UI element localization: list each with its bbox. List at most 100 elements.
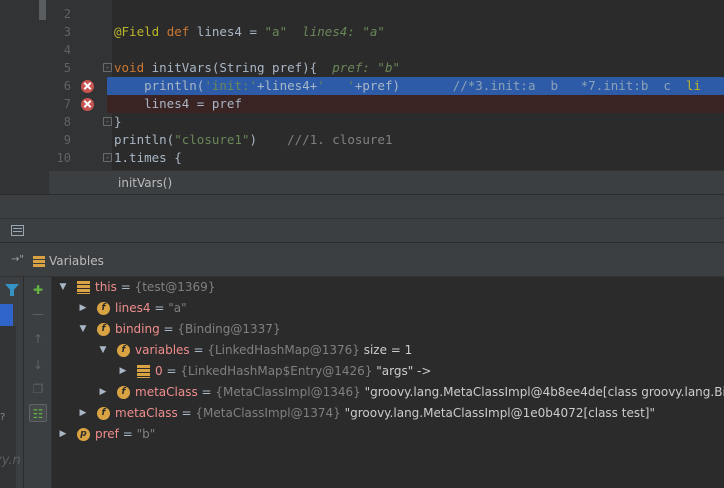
move-down-icon[interactable]: ↓: [29, 356, 47, 374]
code-token: +lines4+: [257, 78, 318, 93]
expand-arrow-icon[interactable]: ▶: [98, 382, 108, 403]
tree-node-label: metaClass = {MetaClassImpl@1374} "groovy…: [115, 403, 655, 424]
line-number[interactable]: 3: [49, 23, 71, 41]
equals-sign: =: [116, 280, 135, 294]
field-icon: f: [117, 386, 130, 399]
variables-tree[interactable]: ▼ this = {test@1369} ▶ f lines4 = "a" ▼ f bindi…: [52, 277, 724, 488]
equals-sign: =: [159, 322, 178, 336]
line-number[interactable]: 2: [49, 5, 71, 23]
duplicate-watch-icon[interactable]: ❐: [29, 380, 47, 398]
code-line[interactable]: lines4 = pref: [107, 95, 724, 113]
expand-arrow-icon[interactable]: ▶: [118, 361, 128, 382]
variable-name: variables: [135, 343, 190, 357]
variables-header: →" Variables: [0, 242, 724, 277]
remove-watch-icon[interactable]: —: [29, 305, 47, 323]
variable-value: "b": [136, 427, 156, 441]
tree-row[interactable]: ▼ f binding = {Binding@1337}: [52, 319, 724, 340]
filter-icon[interactable]: [5, 284, 19, 296]
tree-row[interactable]: ▼ f variables = {LinkedHashMap@1376} size …: [52, 340, 724, 361]
object-icon: [77, 281, 90, 294]
tree-row[interactable]: ▶ f metaClass = {MetaClassImpl@1346} "groo…: [52, 382, 724, 403]
code-line[interactable]: [114, 5, 724, 23]
variable-string-value: "groovy.lang.MetaClassImpl@1e0b4072[clas…: [344, 406, 655, 420]
debug-toolbar: [0, 218, 724, 242]
tree-row[interactable]: ▶ f metaClass = {MetaClassImpl@1374} "groo…: [52, 403, 724, 424]
variable-value: {test@1369}: [134, 280, 216, 294]
line-number[interactable]: 9: [49, 131, 71, 149]
code-token: li: [686, 78, 702, 93]
code-token: println(: [114, 78, 205, 93]
move-up-icon[interactable]: ↑: [29, 330, 47, 348]
code-line-current[interactable]: println('init:'+lines4+' '+pref) //*3.in…: [107, 77, 724, 95]
variable-name: metaClass: [115, 406, 178, 420]
expand-arrow-icon[interactable]: ▶: [78, 403, 88, 424]
show-watches-toggle-icon[interactable]: ☷: [29, 404, 47, 422]
code-token: ): [249, 132, 288, 147]
restore-layout-icon[interactable]: →": [11, 254, 24, 265]
tree-row[interactable]: ▶ f lines4 = "a": [52, 298, 724, 319]
code-line[interactable]: println("closure1") ///1. closure1: [114, 131, 724, 149]
line-number[interactable]: 4: [49, 41, 71, 59]
code-token: pref: "b": [332, 60, 400, 75]
code-token: initVars(String pref){: [144, 60, 333, 75]
code-line[interactable]: void initVars(String pref){ pref: "b": [114, 59, 724, 77]
variable-value: {Binding@1337}: [177, 322, 281, 336]
line-number[interactable]: 6: [49, 77, 71, 95]
expand-arrow-icon[interactable]: ▶: [78, 298, 88, 319]
collapse-arrow-icon[interactable]: ▼: [98, 340, 108, 361]
line-number[interactable]: 7: [49, 95, 71, 113]
code-line[interactable]: @Field def lines4 = "a" lines4: "a": [114, 23, 724, 41]
breakpoint-icon[interactable]: [81, 80, 94, 93]
code-line[interactable]: }: [114, 113, 724, 131]
code-token: "a": [264, 24, 288, 39]
tree-node-label: lines4 = "a": [115, 298, 187, 319]
line-number[interactable]: 5: [49, 59, 71, 77]
line-number[interactable]: 8: [49, 113, 71, 131]
code-line[interactable]: 1.times {: [114, 149, 724, 167]
expand-arrow-icon[interactable]: ▶: [58, 424, 68, 445]
code-token: //*3.init:a b *7.init:b c: [452, 78, 686, 93]
fold-marker-icon[interactable]: -: [103, 153, 112, 162]
frames-panel: ? vy.n: [0, 277, 24, 488]
equals-sign: =: [177, 406, 196, 420]
code-line[interactable]: [114, 41, 724, 59]
frames-list-icon[interactable]: [11, 225, 24, 236]
tree-node-label: pref = "b": [95, 424, 155, 445]
breadcrumb-method[interactable]: initVars(): [118, 176, 172, 190]
breadcrumb: initVars(): [49, 170, 724, 194]
code-editor[interactable]: 2 3 @Field def lines4 = "a" lines4: "a" 4 5 -…: [0, 0, 724, 194]
variables-side-toolbar: ✚ — ↑ ↓ ❐ ☷: [24, 277, 52, 488]
collapse-arrow-icon[interactable]: ▼: [78, 319, 88, 340]
breakpoint-icon[interactable]: [81, 98, 94, 111]
variable-value: {LinkedHashMap@1376}: [207, 343, 360, 357]
variable-name: binding: [115, 322, 160, 336]
code-token: ///1. closure1: [287, 132, 393, 147]
tree-row[interactable]: ▶ p pref = "b": [52, 424, 724, 445]
collapse-arrow-icon[interactable]: ▼: [58, 277, 68, 298]
code-token: lines4 =: [189, 24, 265, 39]
new-watch-icon[interactable]: ✚: [29, 281, 47, 299]
tree-node-label: variables = {LinkedHashMap@1376} size = …: [135, 340, 412, 361]
variable-name: this: [95, 280, 117, 294]
code-token: println(: [114, 132, 175, 147]
selected-frame[interactable]: [0, 304, 13, 326]
code-token: void: [114, 60, 145, 75]
field-icon: f: [117, 344, 130, 357]
tree-node-label: 0 = {LinkedHashMap$Entry@1426} "args" ->: [155, 361, 431, 382]
tree-row[interactable]: ▼ this = {test@1369}: [52, 277, 724, 298]
object-icon: [137, 365, 150, 378]
fold-marker-icon[interactable]: -: [103, 63, 112, 72]
line-number[interactable]: 10: [49, 149, 71, 167]
code-token: lines4: "a": [302, 24, 385, 39]
tree-row[interactable]: ▶ 0 = {LinkedHashMap$Entry@1426} "args" -…: [52, 361, 724, 382]
field-icon: f: [97, 323, 110, 336]
scrollbar-thumb[interactable]: [39, 0, 46, 20]
help-icon[interactable]: ?: [0, 412, 5, 423]
fold-marker-icon[interactable]: -: [103, 117, 112, 126]
tool-window-separator: [0, 194, 724, 218]
variable-value: {MetaClassImpl@1346}: [215, 385, 361, 399]
variable-name: metaClass: [135, 385, 198, 399]
variables-icon: [33, 256, 45, 267]
